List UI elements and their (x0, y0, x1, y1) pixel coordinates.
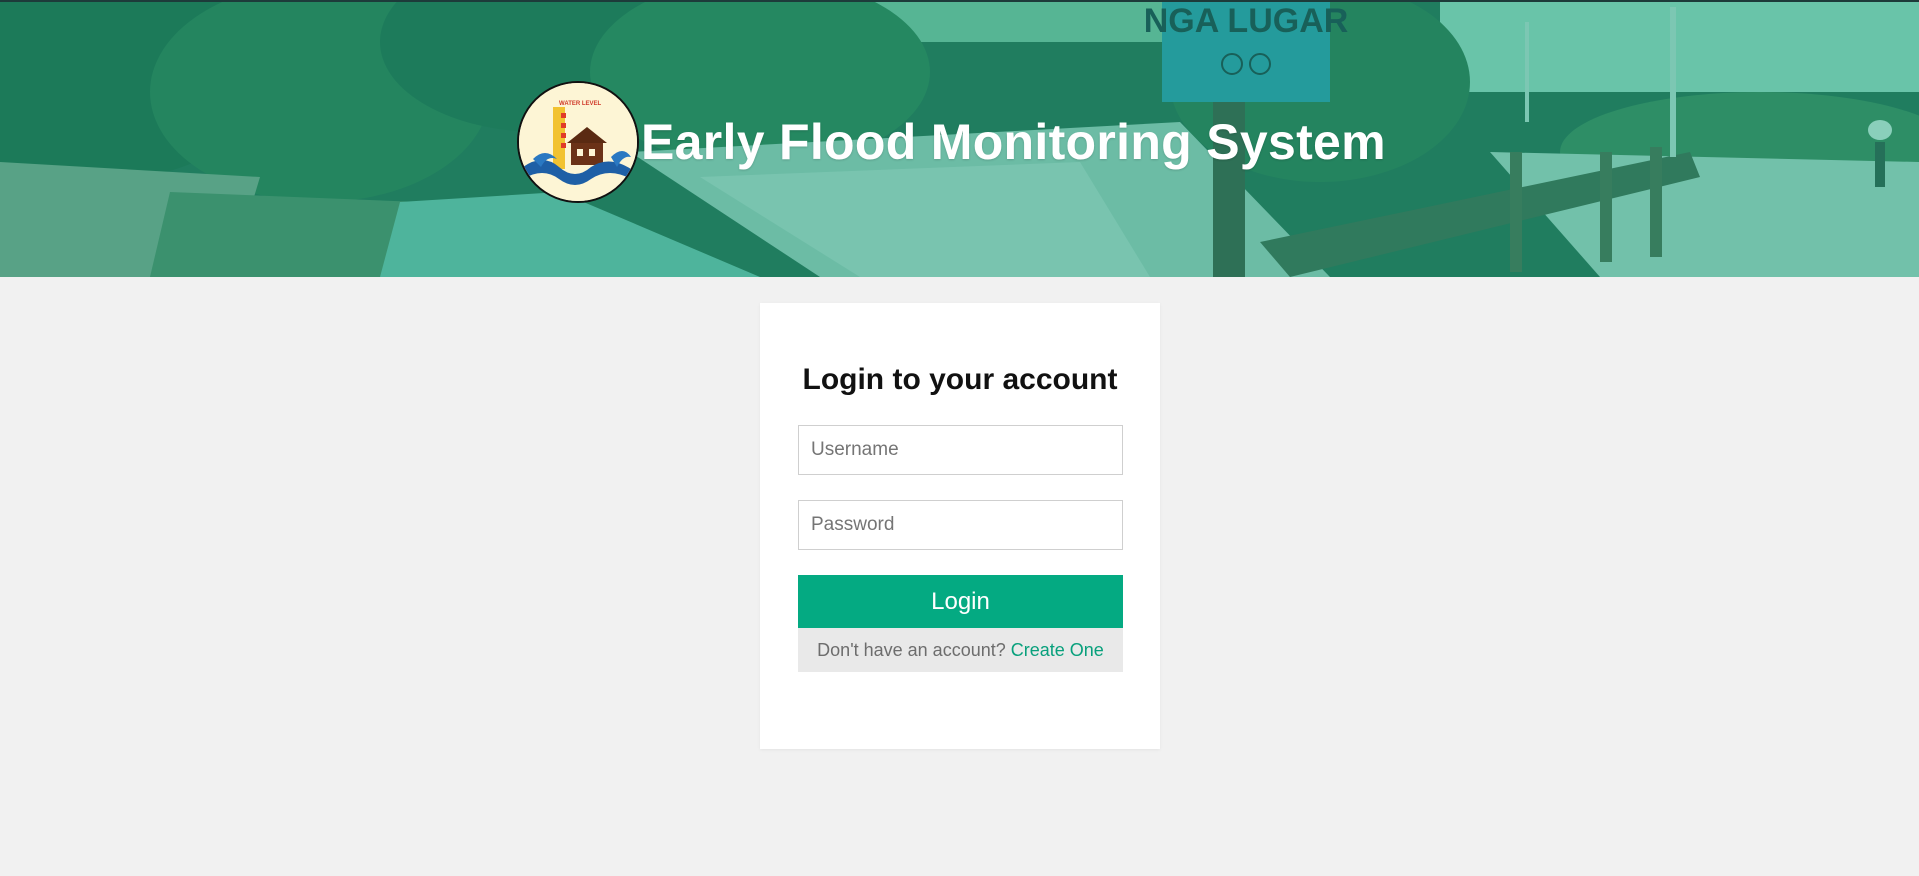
logo-text: WATER LEVEL (559, 101, 602, 107)
site-title: Early Flood Monitoring System (641, 114, 1386, 170)
no-account-text: Don't have an account? (817, 640, 1006, 660)
username-input[interactable] (798, 425, 1123, 475)
password-input[interactable] (798, 500, 1123, 550)
brand: WATER LEVEL Early Flood Monitoring Syste… (517, 80, 1386, 204)
header-banner: NGA LUGAR WATER LEVEL Early Flood Monito… (0, 2, 1919, 277)
signup-prompt: Don't have an account? Create One (798, 628, 1123, 672)
login-button[interactable]: Login (798, 575, 1123, 628)
create-account-link[interactable]: Create One (1011, 640, 1104, 660)
app-logo: WATER LEVEL (517, 81, 639, 203)
login-card: Login to your account Login Don't have a… (760, 303, 1160, 749)
login-heading: Login to your account (802, 363, 1118, 396)
flood-house-icon: WATER LEVEL (519, 83, 637, 201)
